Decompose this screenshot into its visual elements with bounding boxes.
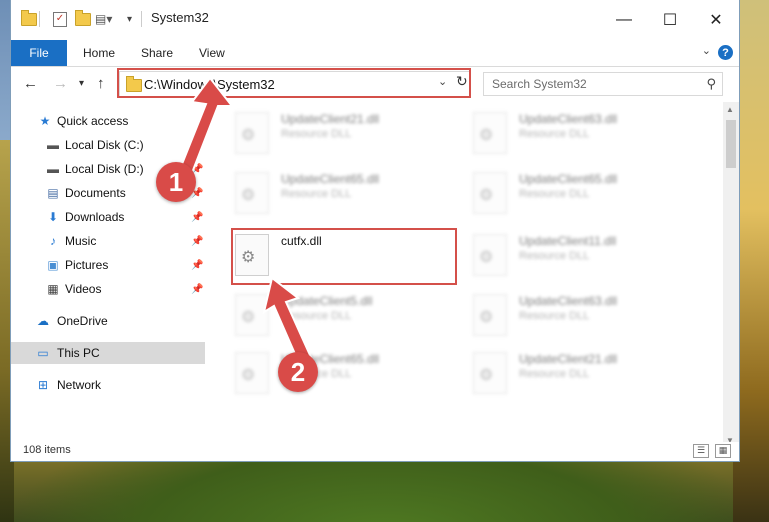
nav-label: This PC <box>57 346 100 360</box>
pin-icon[interactable]: 📌 <box>191 212 203 223</box>
nav-label: Pictures <box>65 258 109 272</box>
nav-this-pc[interactable]: ▭ This PC <box>11 342 205 364</box>
separator <box>141 10 142 28</box>
pictures-icon: ▣ <box>47 258 59 272</box>
back-arrow-icon[interactable]: ← <box>23 75 38 92</box>
customize-quick-access-icon[interactable]: ▤▾ <box>95 10 112 28</box>
vertical-scrollbar[interactable]: ▲ ▼ <box>723 102 739 448</box>
file-type: Resource DLL <box>519 310 590 322</box>
window-title: System32 <box>151 10 209 25</box>
file-name: UpdateClient65.dll <box>281 172 380 186</box>
tab-view[interactable]: View <box>199 40 225 66</box>
tab-home[interactable]: Home <box>83 40 115 66</box>
file-item[interactable]: ⚙ UpdateClient11.dll Resource DLL <box>469 228 699 284</box>
tab-share[interactable]: Share <box>141 40 173 66</box>
nav-label: Documents <box>65 186 126 200</box>
file-name: UpdateClient65.dll <box>519 172 618 186</box>
scrollbar-thumb[interactable] <box>726 120 736 168</box>
tab-file[interactable]: File <box>11 40 67 66</box>
nav-label: Videos <box>65 282 102 296</box>
dll-file-icon: ⚙ <box>235 172 269 214</box>
close-button[interactable]: ✕ <box>693 0 739 40</box>
dll-file-icon: ⚙ <box>473 172 507 214</box>
maximize-button[interactable]: ☐ <box>647 0 693 40</box>
scroll-up-icon[interactable]: ▲ <box>726 105 734 114</box>
file-item[interactable]: ⚙ UpdateClient63.dll Resource DLL <box>469 106 699 162</box>
file-type: Resource DLL <box>519 188 590 200</box>
explorer-window: ✓ ▤▾ ▾ System32 — ☐ ✕ File Home Share Vi… <box>10 0 740 462</box>
forward-arrow-icon[interactable]: → <box>53 75 68 92</box>
step-1-badge: 1 <box>156 162 196 202</box>
title-bar: ✓ ▤▾ ▾ System32 — ☐ ✕ <box>11 0 739 40</box>
search-input[interactable]: Search System32 ⚲ <box>483 72 723 96</box>
step-2-badge: 2 <box>278 352 318 392</box>
nav-label: Local Disk (D:) <box>65 162 144 176</box>
file-type: Resource DLL <box>281 188 352 200</box>
nav-label: Downloads <box>65 210 125 224</box>
dll-file-icon: ⚙ <box>473 294 507 336</box>
network-icon: ⊞ <box>37 378 49 392</box>
file-name: UpdateClient63.dll <box>519 112 618 126</box>
drive-icon: ▬ <box>47 138 59 152</box>
nav-pictures[interactable]: ▣ Pictures 📌 <box>11 254 205 276</box>
nav-label: OneDrive <box>57 314 108 328</box>
file-name: UpdateClient11.dll <box>519 234 617 248</box>
file-name: UpdateClient21.dll <box>519 352 618 366</box>
videos-icon: ▦ <box>47 282 59 296</box>
details-view-icon[interactable]: ☰ <box>693 444 709 458</box>
help-icon[interactable]: ? <box>718 45 733 60</box>
separator <box>39 10 40 28</box>
folder-icon <box>21 9 37 28</box>
dll-file-icon: ⚙ <box>473 352 507 394</box>
file-type: Resource DLL <box>281 128 352 140</box>
file-item[interactable]: ⚙ UpdateClient65.dll Resource DLL <box>231 166 461 222</box>
nav-label: Network <box>57 378 102 392</box>
file-item[interactable]: ⚙ UpdateClient65.dll Resource DLL <box>469 166 699 222</box>
file-item[interactable]: ⚙ UpdateClient21.dll Resource DLL <box>469 346 699 402</box>
dll-file-icon: ⚙ <box>473 234 507 276</box>
nav-label: Quick access <box>57 114 129 128</box>
nav-label: Music <box>65 234 97 248</box>
status-bar: 108 items ☰ ▦ <box>11 442 739 460</box>
search-icon[interactable]: ⚲ <box>706 76 716 92</box>
quick-access-dropdown-icon[interactable]: ▾ <box>127 10 132 28</box>
nav-label: Local Disk (C:) <box>65 138 144 152</box>
downloads-icon: ⬇ <box>47 210 59 224</box>
file-type: Resource DLL <box>519 368 590 380</box>
documents-icon: ▤ <box>47 186 59 200</box>
nav-onedrive[interactable]: ☁ OneDrive <box>11 310 205 332</box>
nav-music[interactable]: ♪ Music 📌 <box>11 230 205 252</box>
minimize-button[interactable]: — <box>601 0 647 40</box>
properties-icon[interactable]: ✓ <box>53 10 67 28</box>
file-item[interactable]: ⚙ UpdateClient21.dll Resource DLL <box>231 106 461 162</box>
pin-icon[interactable]: 📌 <box>191 260 203 271</box>
file-name: UpdateClient63.dll <box>519 294 618 308</box>
file-type: Resource DLL <box>519 128 590 140</box>
item-count: 108 items <box>23 444 71 456</box>
pin-icon[interactable]: 📌 <box>191 284 203 295</box>
nav-downloads[interactable]: ⬇ Downloads 📌 <box>11 206 205 228</box>
drive-icon: ▬ <box>47 162 59 176</box>
search-placeholder: Search System32 <box>492 77 587 91</box>
file-item[interactable]: ⚙ UpdateClient63.dll Resource DLL <box>469 288 699 344</box>
pin-icon[interactable]: 📌 <box>191 236 203 247</box>
file-name: UpdateClient21.dll <box>281 112 380 126</box>
onedrive-cloud-icon: ☁ <box>37 314 49 328</box>
up-arrow-icon[interactable]: ↑ <box>97 75 105 92</box>
dll-file-icon: ⚙ <box>235 112 269 154</box>
nav-network[interactable]: ⊞ Network <box>11 374 205 396</box>
nav-videos[interactable]: ▦ Videos 📌 <box>11 278 205 300</box>
computer-icon: ▭ <box>37 346 49 360</box>
recent-locations-icon[interactable]: ▾ <box>79 78 84 89</box>
file-type: Resource DLL <box>519 250 590 262</box>
music-icon: ♪ <box>50 234 56 248</box>
address-row: ← → ▾ ↑ C:\Windows\System32 ⌄ ↻ Search S… <box>11 67 739 101</box>
star-icon: ★ <box>39 114 51 128</box>
expand-ribbon-icon[interactable]: ⌄ <box>702 44 711 57</box>
large-icons-view-icon[interactable]: ▦ <box>715 444 731 458</box>
new-folder-icon[interactable] <box>75 9 91 28</box>
ribbon-tabs: File Home Share View ⌄ ? <box>11 40 739 67</box>
dll-file-icon: ⚙ <box>473 112 507 154</box>
